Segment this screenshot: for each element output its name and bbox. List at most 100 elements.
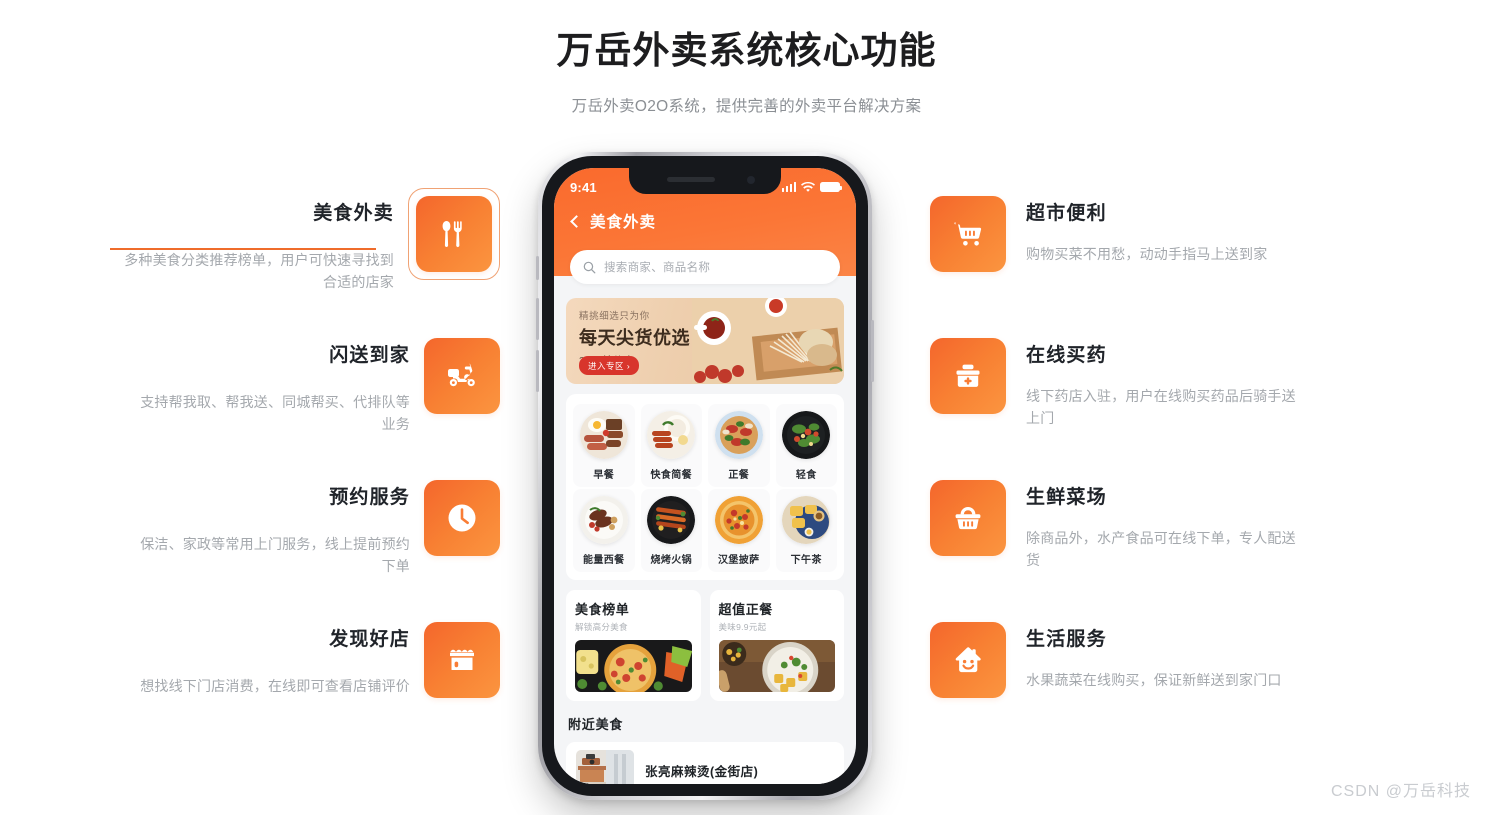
promo-banner[interactable]: 精挑细选只为你 每天尖货优选 35元特价中 进入专区 › — [566, 298, 844, 384]
phone-screen: 9:41 美食外卖 搜索商家、商品名称 精挑细选只为你 每天尖货优选 进入专区 … — [554, 168, 856, 784]
feature-title: 预约服务 — [329, 487, 410, 508]
feature-text: 超市便利 购物买菜不用愁，动动手指马上送到家 — [1006, 196, 1298, 338]
category-grid: 早餐 快食简餐 正餐 轻食 能量西餐 烧烤火锅 汉堡披萨 下午茶 — [566, 394, 844, 580]
volume-down-button[interactable] — [536, 350, 539, 392]
feature-title: 在线买药 — [1026, 345, 1107, 366]
feature-item-shansongdaojia[interactable]: 闪送到家 支持帮我取、帮我送、同城帮买、代排队等业务 — [110, 338, 500, 480]
category-image — [782, 496, 831, 544]
feature-text: 预约服务 保洁、家政等常用上门服务，线上提前预约下单 — [132, 480, 424, 622]
page-subtitle: 万岳外卖O2O系统，提供完善的外卖平台解决方案 — [571, 98, 922, 116]
category-label: 快食简餐 — [650, 470, 693, 481]
smiling-house-icon — [930, 622, 1006, 698]
page-header: 万岳外卖系统核心功能 万岳外卖O2O系统，提供完善的外卖平台解决方案 — [0, 0, 1493, 116]
storefront-icon — [424, 622, 500, 698]
feature-title: 发现好店 — [329, 629, 410, 650]
phone-notch — [629, 168, 781, 194]
feature-text: 在线买药 线下药店入驻，用户在线购买药品后骑手送上门 — [1006, 338, 1298, 480]
nearby-section-title: 附近美食 — [568, 717, 624, 732]
feature-item-meishiwaimai[interactable]: 美食外卖 多种美食分类推荐榜单，用户可快速寻找到合适的店家 — [110, 188, 500, 338]
feature-description: 支持帮我取、帮我送、同城帮买、代排队等业务 — [140, 393, 410, 433]
phone-mockup: 9:41 美食外卖 搜索商家、商品名称 精挑细选只为你 每天尖货优选 进入专区 … — [536, 152, 874, 800]
promo-card-title: 美食榜单 — [575, 602, 630, 617]
status-time: 9:41 — [570, 179, 597, 195]
wifi-icon — [801, 181, 815, 192]
feature-text: 闪送到家 支持帮我取、帮我送、同城帮买、代排队等业务 — [132, 338, 424, 480]
clock-icon — [424, 480, 500, 556]
category-image — [782, 411, 831, 459]
category-item[interactable]: 轻食 — [775, 404, 837, 487]
power-button[interactable] — [871, 320, 874, 382]
feature-description: 水果蔬菜在线购买，保证新鲜送到家门口 — [1026, 671, 1282, 688]
promo-card-subtitle: 美味9.9元起 — [718, 622, 767, 632]
nearby-list-item[interactable]: 张亮麻辣烫(金街店) — [566, 742, 844, 784]
feature-text: 美食外卖 多种美食分类推荐榜单，用户可快速寻找到合适的店家 — [116, 196, 408, 338]
category-label: 汉堡披萨 — [717, 555, 760, 566]
promo-card[interactable]: 超值正餐 美味9.9元起 — [709, 590, 844, 701]
shopping-cart-icon — [930, 196, 1006, 272]
shopping-basket-icon — [930, 480, 1006, 556]
category-label: 轻食 — [795, 470, 817, 481]
category-item[interactable]: 能量西餐 — [573, 489, 635, 572]
banner-cta-button[interactable]: 进入专区 › — [579, 356, 640, 375]
category-item[interactable]: 汉堡披萨 — [708, 489, 770, 572]
cellular-signal-icon — [781, 182, 796, 192]
feature-icon-frame — [930, 622, 1006, 698]
category-label: 烧烤火锅 — [650, 555, 693, 566]
fork-spoon-icon — [416, 196, 492, 272]
feature-text: 生活服务 水果蔬菜在线购买，保证新鲜送到家门口 — [1006, 622, 1298, 764]
feature-item-faxianhaodian[interactable]: 发现好店 想找线下门店消费，在线即可查看店铺评价 — [110, 622, 500, 764]
watermark: CSDN @万岳科技 — [1330, 783, 1471, 800]
app-navbar: 美食外卖 — [570, 202, 840, 240]
category-image — [579, 411, 628, 459]
feature-description: 除商品外，水产食品可在线下单，专人配送货 — [1026, 529, 1296, 569]
app-nav-title: 美食外卖 — [590, 214, 657, 231]
banner-food-image — [692, 298, 844, 384]
active-underline — [110, 248, 376, 250]
search-input[interactable]: 搜索商家、商品名称 — [604, 259, 710, 275]
promo-card[interactable]: 美食榜单 解锁高分美食 — [566, 590, 701, 701]
feature-column-left: 美食外卖 多种美食分类推荐榜单，用户可快速寻找到合适的店家 闪送到家 支持帮我取… — [110, 188, 500, 764]
phone-body: 9:41 美食外卖 搜索商家、商品名称 精挑细选只为你 每天尖货优选 进入专区 … — [542, 156, 868, 796]
feature-column-right: 超市便利 购物买菜不用愁，动动手指马上送到家 在线买药 线下药店入驻，用户在线购… — [930, 196, 1320, 764]
feature-item-shenghuofuwu[interactable]: 生活服务 水果蔬菜在线购买，保证新鲜送到家门口 — [930, 622, 1320, 764]
search-icon — [583, 261, 596, 273]
shop-thumbnail — [576, 750, 634, 784]
feature-title: 生活服务 — [1026, 629, 1107, 650]
promo-card-image — [718, 640, 835, 692]
category-label: 正餐 — [728, 470, 750, 481]
feature-icon-frame — [424, 480, 500, 556]
category-item[interactable]: 快食简餐 — [640, 404, 702, 487]
feature-item-zaixianmaiyao[interactable]: 在线买药 线下药店入驻，用户在线购买药品后骑手送上门 — [930, 338, 1320, 480]
feature-icon-frame — [930, 338, 1006, 414]
shop-name: 张亮麻辣烫(金街店) — [645, 764, 759, 779]
banner-eyebrow: 精挑细选只为你 — [579, 311, 650, 322]
page-root: 万岳外卖系统核心功能 万岳外卖O2O系统，提供完善的外卖平台解决方案 美食外卖 … — [0, 0, 1493, 815]
promo-card-subtitle: 解锁高分美食 — [575, 622, 628, 632]
feature-title: 生鲜菜场 — [1026, 487, 1107, 508]
feature-icon-frame — [930, 196, 1006, 272]
search-bar[interactable]: 搜索商家、商品名称 — [570, 250, 840, 284]
category-item[interactable]: 下午茶 — [775, 489, 837, 572]
feature-item-chaoshibianli[interactable]: 超市便利 购物买菜不用愁，动动手指马上送到家 — [930, 196, 1320, 338]
feature-title: 美食外卖 — [313, 203, 394, 224]
feature-description: 线下药店入驻，用户在线购买药品后骑手送上门 — [1026, 387, 1296, 427]
volume-up-button[interactable] — [536, 298, 539, 340]
feature-description: 多种美食分类推荐榜单，用户可快速寻找到合适的店家 — [124, 251, 394, 291]
category-image — [714, 496, 763, 544]
front-camera — [747, 176, 755, 184]
back-chevron-icon[interactable] — [570, 214, 583, 228]
battery-full-icon — [820, 182, 843, 192]
category-item[interactable]: 正餐 — [708, 404, 770, 487]
feature-item-yuyuefuwu[interactable]: 预约服务 保洁、家政等常用上门服务，线上提前预约下单 — [110, 480, 500, 622]
promo-card-title: 超值正餐 — [718, 602, 773, 617]
category-item[interactable]: 烧烤火锅 — [640, 489, 702, 572]
category-item[interactable]: 早餐 — [573, 404, 635, 487]
page-title: 万岳外卖系统核心功能 — [556, 30, 937, 71]
mute-switch[interactable] — [536, 256, 539, 280]
feature-icon-frame — [930, 480, 1006, 556]
feature-item-shengxiancaichang[interactable]: 生鲜菜场 除商品外，水产食品可在线下单，专人配送货 — [930, 480, 1320, 622]
category-label: 能量西餐 — [582, 555, 625, 566]
promo-card-row: 美食榜单 解锁高分美食 超值正餐 美味9.9元起 — [566, 590, 844, 701]
feature-text: 发现好店 想找线下门店消费，在线即可查看店铺评价 — [132, 622, 424, 764]
scooter-icon — [424, 338, 500, 414]
